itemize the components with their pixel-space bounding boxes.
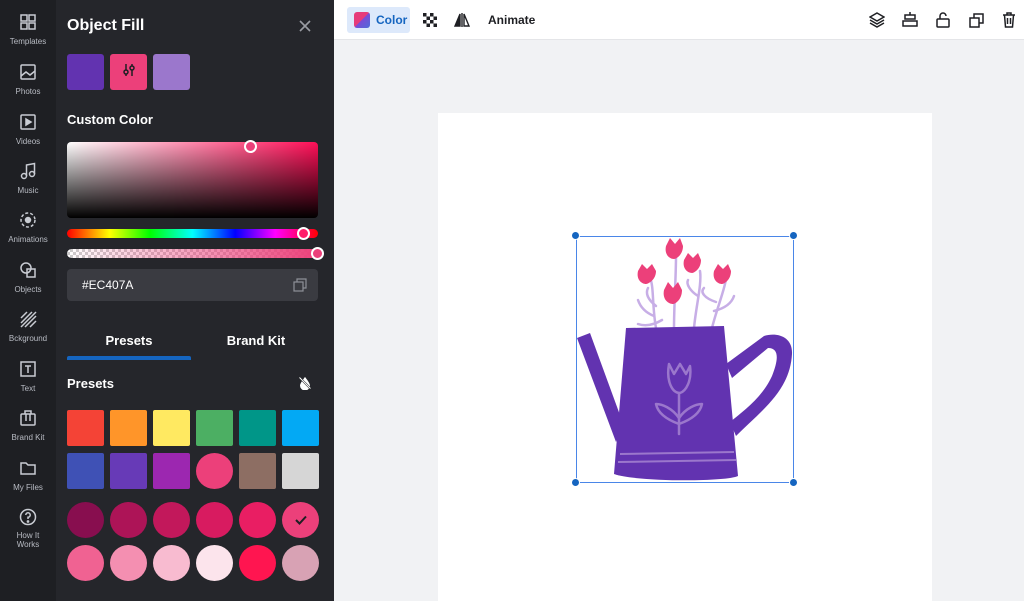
resize-handle-bottom-right[interactable] xyxy=(789,478,798,487)
opacity-handle[interactable] xyxy=(311,247,324,260)
sidebar-item-text[interactable]: Text xyxy=(0,357,56,405)
objects-icon xyxy=(18,260,38,280)
video-icon xyxy=(18,112,38,132)
opacity-slider[interactable] xyxy=(67,249,318,258)
left-sidebar: Templates Photos Videos Music Animations… xyxy=(0,0,56,601)
templates-icon xyxy=(18,12,38,32)
sidebar-item-label: Text xyxy=(20,384,36,393)
presets-label: Presets xyxy=(67,376,114,391)
sidebar-item-animations[interactable]: Animations xyxy=(0,208,56,256)
sidebar-item-label: My Files xyxy=(13,483,43,492)
sidebar-item-label: Bckground xyxy=(8,334,48,343)
preset-swatch[interactable] xyxy=(196,502,233,538)
sidebar-item-label: Animations xyxy=(8,235,48,244)
recent-color-swatch[interactable] xyxy=(153,54,190,90)
custom-color-label: Custom Color xyxy=(67,112,153,127)
flip-icon[interactable] xyxy=(453,11,471,29)
tab-brand-kit[interactable]: Brand Kit xyxy=(194,333,318,348)
sidebar-item-my-files[interactable]: My Files xyxy=(0,456,56,504)
preset-swatch[interactable] xyxy=(110,502,147,538)
saturation-value-picker[interactable] xyxy=(67,142,318,218)
sidebar-item-label: Templates xyxy=(9,37,47,46)
sliders-icon xyxy=(122,63,136,82)
sidebar-item-how-it-works[interactable]: How It Works xyxy=(0,506,56,549)
object-fill-panel: Object Fill Custom Color #EC407A Presets… xyxy=(56,0,334,601)
preset-swatch[interactable] xyxy=(282,545,319,581)
preset-swatch[interactable] xyxy=(282,502,319,538)
checkmark-icon xyxy=(282,502,319,538)
color-picker-swatch[interactable] xyxy=(110,54,147,90)
help-icon xyxy=(18,508,38,526)
preset-swatch[interactable] xyxy=(239,453,276,489)
hex-input[interactable]: #EC407A xyxy=(67,269,318,301)
preset-swatch[interactable] xyxy=(67,410,104,446)
animation-icon xyxy=(18,210,38,230)
preset-swatch[interactable] xyxy=(239,410,276,446)
preset-swatch[interactable] xyxy=(67,502,104,538)
folder-icon xyxy=(18,458,38,478)
animate-button[interactable]: Animate xyxy=(488,13,535,27)
preset-swatch[interactable] xyxy=(239,545,276,581)
saturation-handle[interactable] xyxy=(244,140,257,153)
sidebar-item-videos[interactable]: Videos xyxy=(0,110,56,158)
duplicate-icon[interactable] xyxy=(967,11,985,29)
preset-swatch[interactable] xyxy=(282,410,319,446)
close-icon[interactable] xyxy=(296,17,314,35)
photo-icon xyxy=(18,62,38,82)
top-toolbar: Color Animate xyxy=(334,0,1024,40)
sidebar-item-label: Objects xyxy=(14,285,42,294)
sidebar-item-objects[interactable]: Objects xyxy=(0,258,56,306)
copy-icon[interactable] xyxy=(293,278,307,292)
sidebar-item-photos[interactable]: Photos xyxy=(0,60,56,108)
color-chip-icon xyxy=(354,12,370,28)
hue-handle[interactable] xyxy=(297,227,310,240)
preset-swatch[interactable] xyxy=(196,545,233,581)
text-icon xyxy=(18,359,38,379)
transparency-icon[interactable] xyxy=(421,11,439,29)
resize-handle-bottom-left[interactable] xyxy=(571,478,580,487)
delete-icon[interactable] xyxy=(1000,11,1018,29)
clear-color-icon[interactable] xyxy=(298,376,312,391)
color-button-label: Color xyxy=(376,13,408,27)
sidebar-item-label: Music xyxy=(17,186,39,195)
hue-slider[interactable] xyxy=(67,229,318,238)
sidebar-item-templates[interactable]: Templates xyxy=(0,10,56,58)
preset-swatch[interactable] xyxy=(67,453,104,489)
background-icon xyxy=(18,309,38,329)
resize-handle-top-right[interactable] xyxy=(789,231,798,240)
sidebar-item-label: How It Works xyxy=(16,531,40,549)
sidebar-item-brand-kit[interactable]: Brand Kit xyxy=(0,406,56,454)
preset-swatch[interactable] xyxy=(67,545,104,581)
preset-swatch[interactable] xyxy=(153,502,190,538)
sidebar-item-label: Photos xyxy=(15,87,41,96)
hex-value: #EC407A xyxy=(82,278,134,292)
music-icon xyxy=(18,161,38,181)
preset-swatch[interactable] xyxy=(153,453,190,489)
panel-title: Object Fill xyxy=(67,17,145,34)
active-tab-indicator xyxy=(67,356,191,360)
preset-swatch[interactable] xyxy=(110,545,147,581)
sidebar-item-background[interactable]: Bckground xyxy=(0,307,56,355)
color-button[interactable]: Color xyxy=(347,7,410,33)
preset-swatch[interactable] xyxy=(282,453,319,489)
sidebar-item-music[interactable]: Music xyxy=(0,159,56,207)
preset-swatch[interactable] xyxy=(153,545,190,581)
layers-icon[interactable] xyxy=(868,11,886,29)
preset-swatch[interactable] xyxy=(110,453,147,489)
sidebar-item-label: Videos xyxy=(15,137,41,146)
sidebar-item-label: Brand Kit xyxy=(11,433,45,442)
align-icon[interactable] xyxy=(901,11,919,29)
lock-icon[interactable] xyxy=(934,11,952,29)
resize-handle-top-left[interactable] xyxy=(571,231,580,240)
preset-swatch[interactable] xyxy=(239,502,276,538)
selection-box xyxy=(576,236,794,483)
preset-swatch[interactable] xyxy=(196,453,233,489)
brand-kit-icon xyxy=(18,408,38,428)
recent-color-swatch[interactable] xyxy=(67,54,104,90)
tab-presets[interactable]: Presets xyxy=(67,333,191,348)
preset-swatch[interactable] xyxy=(110,410,147,446)
preset-swatch[interactable] xyxy=(153,410,190,446)
preset-swatch[interactable] xyxy=(196,410,233,446)
